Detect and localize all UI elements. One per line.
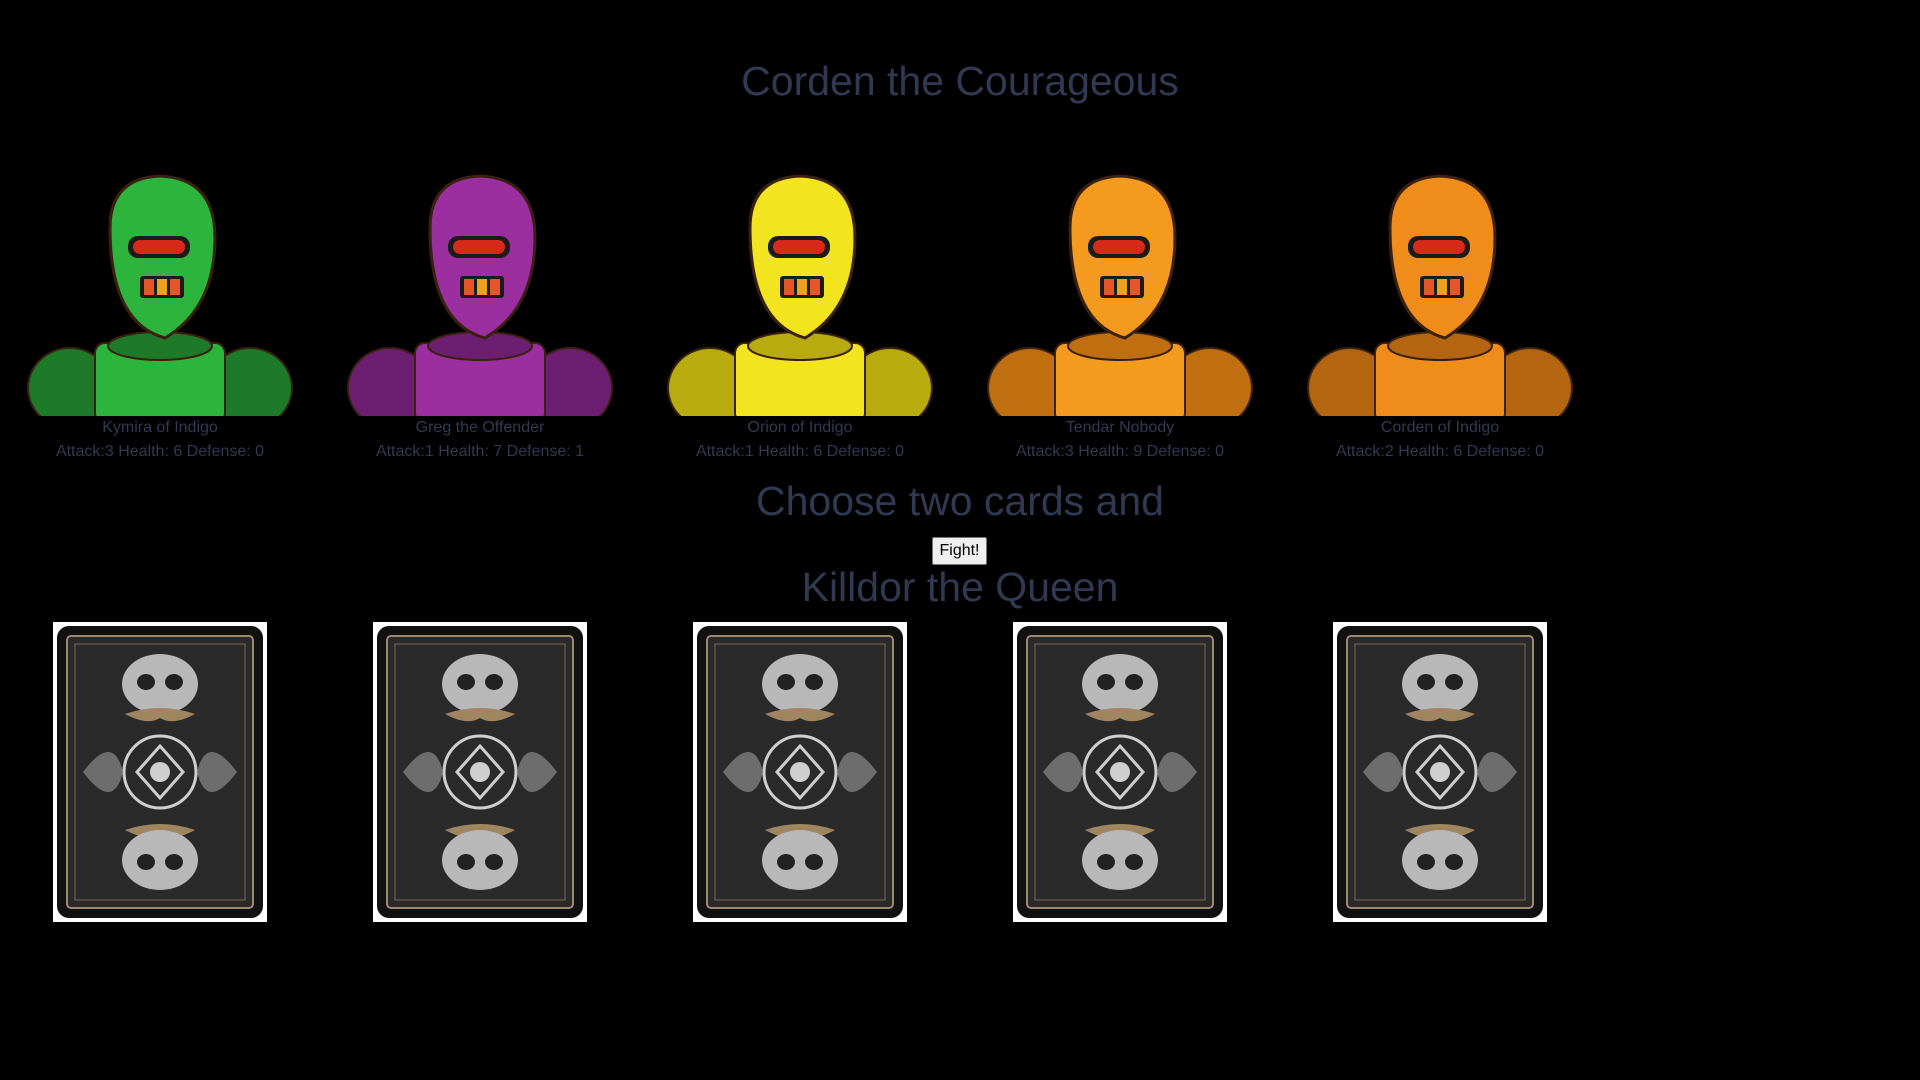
orange-knight-robot-icon: [1307, 174, 1573, 416]
enemy-card[interactable]: [693, 622, 907, 922]
card-back-icon: [1337, 626, 1543, 918]
robot-stats: Attack:3 Health: 9 Defense: 0: [1015, 443, 1225, 460]
enemy-card[interactable]: [1013, 622, 1227, 922]
card-back-icon: [57, 626, 263, 918]
yellow-robot-icon: [667, 174, 933, 416]
robot-name: Kymira of Indigo: [102, 419, 218, 436]
robot-card[interactable]: Kymira of Indigo Attack:3 Health: 6 Defen…: [0, 158, 320, 464]
green-robot-icon: [27, 174, 293, 416]
enemy-card[interactable]: [53, 622, 267, 922]
enemy-title: Killdor the Queen: [801, 564, 1119, 610]
robot-card[interactable]: Greg the Offender Attack:1 Health: 7 Defe…: [320, 158, 640, 464]
robot-card[interactable]: Orion of Indigo Attack:1 Health: 6 Defens…: [640, 158, 960, 464]
robot-stats: Attack:3 Health: 6 Defense: 0: [55, 443, 265, 460]
robot-stats: Attack:2 Health: 6 Defense: 0: [1335, 443, 1545, 460]
robot-card[interactable]: Corden of Indigo Attack:2 Health: 6 Defen…: [1280, 158, 1600, 464]
fight-button[interactable]: Fight!: [932, 537, 987, 565]
robot-card[interactable]: Tendar Nobody Attack:3 Health: 9 Defense:…: [960, 158, 1280, 464]
card-back-icon: [377, 626, 583, 918]
robot-stats: Attack:1 Health: 7 Defense: 1: [375, 443, 585, 460]
robot-name: Tendar Nobody: [1065, 419, 1175, 436]
robot-name: Corden of Indigo: [1380, 419, 1500, 436]
purple-robot-icon: [347, 174, 613, 416]
orange-robot-icon: [987, 174, 1253, 416]
robot-stats: Attack:1 Health: 6 Defense: 0: [695, 443, 905, 460]
player-title: Corden the Courageous: [741, 58, 1179, 104]
enemy-card[interactable]: [1333, 622, 1547, 922]
instruction-heading: Choose two cards and: [756, 478, 1164, 524]
card-back-icon: [1017, 626, 1223, 918]
card-back-icon: [697, 626, 903, 918]
robot-name: Orion of Indigo: [747, 419, 853, 436]
enemy-card[interactable]: [373, 622, 587, 922]
robot-name: Greg the Offender: [415, 419, 545, 436]
